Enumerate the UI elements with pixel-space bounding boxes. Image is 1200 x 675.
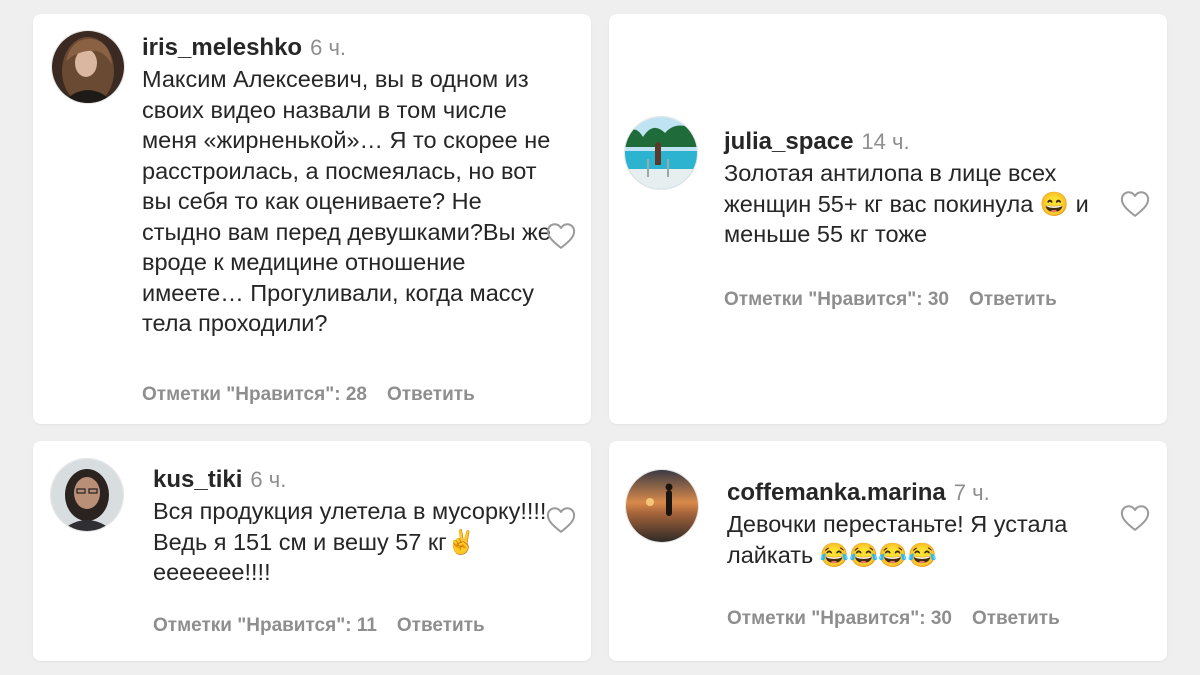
likes-count-button[interactable]: Отметки "Нравится": 30 — [727, 608, 952, 629]
comment-body: coffemanka.marina 7 ч. Девочки перестаньт… — [727, 479, 1127, 570]
comment-text: Девочки перестаньте! Я устала лайкать 😂😂… — [727, 511, 1068, 568]
comment-actions: Отметки "Нравится": 11 Ответить — [153, 615, 485, 637]
avatar[interactable] — [625, 469, 699, 543]
heart-icon[interactable] — [1120, 504, 1150, 532]
username[interactable]: kus_tiki — [153, 466, 242, 493]
reply-button[interactable]: Ответить — [969, 289, 1057, 310]
heart-icon[interactable] — [546, 506, 576, 534]
reply-button[interactable]: Ответить — [397, 615, 485, 636]
comment-actions: Отметки "Нравится": 30 Ответить — [724, 289, 1057, 311]
timestamp[interactable]: 6 ч. — [250, 467, 286, 492]
avatar[interactable] — [624, 116, 698, 190]
comment-actions: Отметки "Нравится": 30 Ответить — [727, 608, 1060, 630]
username[interactable]: julia_space — [724, 128, 853, 155]
comment-text: Максим Алексеевич, вы в одном из своих в… — [142, 66, 551, 336]
avatar[interactable] — [51, 30, 125, 104]
comment-card: iris_meleshko 6 ч. Максим Алексеевич, вы … — [33, 14, 591, 424]
comment-card: coffemanka.marina 7 ч. Девочки перестаньт… — [609, 441, 1167, 661]
username[interactable]: iris_meleshko — [142, 34, 302, 61]
timestamp[interactable]: 6 ч. — [310, 35, 346, 60]
username[interactable]: coffemanka.marina — [727, 479, 946, 506]
comment-header: iris_meleshko 6 ч. — [142, 34, 552, 62]
heart-icon[interactable] — [1120, 190, 1150, 218]
reply-button[interactable]: Ответить — [972, 608, 1060, 629]
comment-body: iris_meleshko 6 ч. Максим Алексеевич, вы … — [142, 34, 552, 339]
comment-header: julia_space 14 ч. — [724, 128, 1124, 156]
comment-text: Вся продукция улетела в мусорку!!!! Ведь… — [153, 498, 547, 585]
comment-card: julia_space 14 ч. Золотая антилопа в лице… — [609, 14, 1167, 424]
avatar[interactable] — [50, 458, 124, 532]
reply-button[interactable]: Ответить — [387, 384, 475, 405]
comment-header: coffemanka.marina 7 ч. — [727, 479, 1127, 507]
likes-count-button[interactable]: Отметки "Нравится": 11 — [153, 615, 377, 636]
comment-body: kus_tiki 6 ч. Вся продукция улетела в мус… — [153, 466, 553, 588]
comment-card: kus_tiki 6 ч. Вся продукция улетела в мус… — [33, 441, 591, 661]
timestamp[interactable]: 7 ч. — [954, 480, 990, 505]
comment-actions: Отметки "Нравится": 28 Ответить — [142, 384, 475, 406]
comment-header: kus_tiki 6 ч. — [153, 466, 553, 494]
comment-body: julia_space 14 ч. Золотая антилопа в лице… — [724, 128, 1124, 250]
likes-count-button[interactable]: Отметки "Нравится": 30 — [724, 289, 949, 310]
heart-icon[interactable] — [546, 222, 576, 250]
timestamp[interactable]: 14 ч. — [861, 129, 909, 154]
comment-text: Золотая антилопа в лице всех женщин 55+ … — [724, 160, 1089, 247]
likes-count-button[interactable]: Отметки "Нравится": 28 — [142, 384, 367, 405]
